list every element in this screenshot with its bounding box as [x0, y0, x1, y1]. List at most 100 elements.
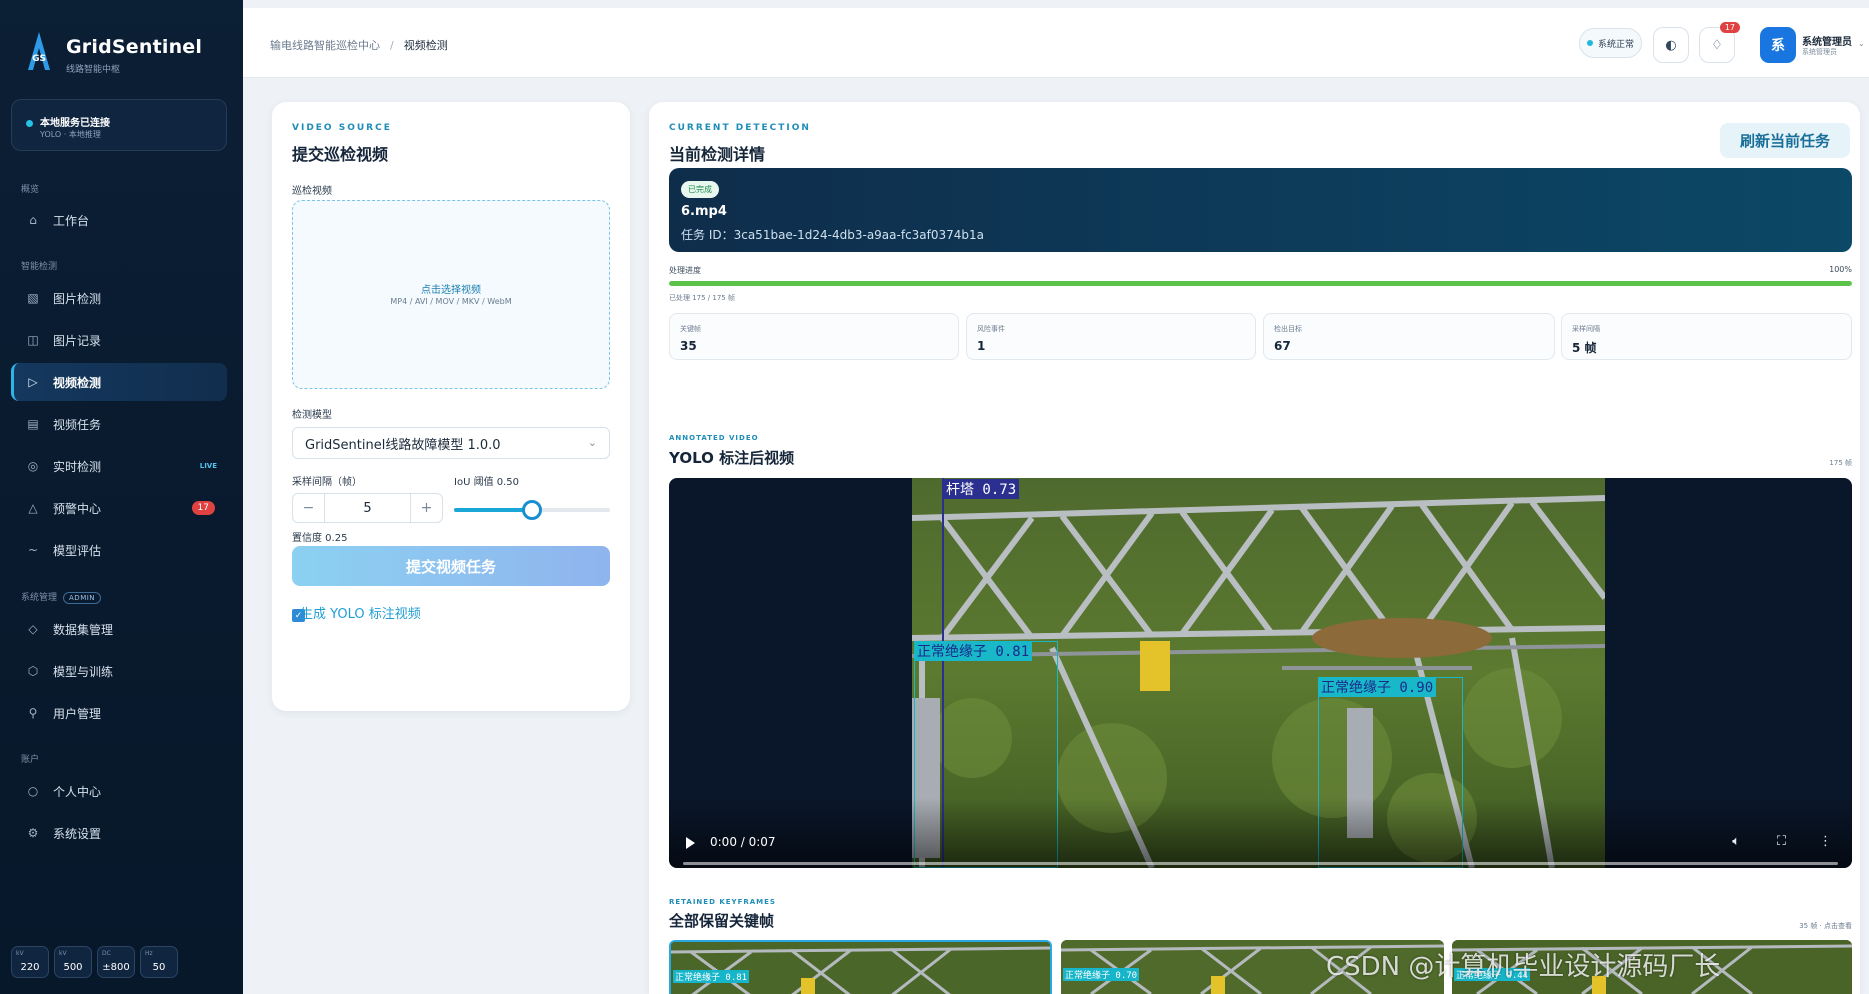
sidebar-item-video-detect[interactable]: ▷ 视频检测 — [11, 363, 227, 401]
settings-icon: ⚙ — [27, 826, 39, 840]
keyframe-label: 正常绝缘子 0.81 — [673, 970, 750, 983]
stat-label: DC — [102, 950, 111, 957]
sidebar-item-alerts[interactable]: △ 预警中心 17 — [11, 489, 227, 527]
stat-label: kV — [16, 950, 24, 957]
brand-title: GridSentinel — [66, 36, 203, 58]
progress-subtext: 已处理 175 / 175 帧 — [669, 294, 735, 302]
model-select-value: GridSentinel线路故障模型 1.0.0 — [305, 437, 501, 453]
service-status-dot — [26, 120, 33, 127]
sidebar-item-realtime[interactable]: ◎ 实时检测 LIVE — [11, 447, 227, 485]
metric-value: 35 — [680, 339, 697, 353]
stat-tile: DC ±800 — [97, 946, 135, 978]
iou-slider-handle[interactable] — [522, 500, 542, 520]
service-status: 本地服务已连接 YOLO · 本地推理 — [11, 99, 227, 151]
nav-group-account: 账户 — [21, 755, 40, 765]
keyframes-eyebrow: RETAINED KEYFRAMES — [669, 898, 776, 906]
detail-eyebrow: CURRENT DETECTION — [669, 123, 811, 133]
increment-button[interactable]: + — [411, 494, 442, 522]
sidebar-item-label: 个人中心 — [53, 784, 102, 799]
sidebar-item-label: 数据集管理 — [53, 622, 114, 637]
model-select[interactable]: GridSentinel线路故障模型 1.0.0 ⌄ — [292, 427, 610, 459]
sidebar-item-model-eval[interactable]: ~ 模型评估 — [11, 531, 227, 569]
metric-risk-events: 风险事件 1 — [966, 313, 1256, 360]
keyframe-thumbnail[interactable]: 正常绝缘子 0.81 — [669, 940, 1052, 994]
stat-tile: kV 500 — [54, 946, 92, 978]
keyframes-meta: 35 帧 · 点击查看 — [1799, 922, 1852, 930]
image-icon: ▧ — [27, 291, 39, 305]
status-dot — [1586, 40, 1593, 46]
brand[interactable]: GS GridSentinel 线路智能中枢 — [26, 30, 202, 75]
dropzone-formats: MP4 / AVI / MOV / MKV / WebM — [390, 297, 512, 306]
progress-percent: 100% — [1829, 265, 1852, 274]
sidebar-item-profile[interactable]: ○ 个人中心 — [11, 772, 227, 810]
keyframes-title: 全部保留关键帧 — [669, 912, 775, 930]
sidebar-item-workbench[interactable]: ⌂ 工作台 — [11, 201, 227, 239]
iou-slider[interactable] — [454, 500, 610, 520]
sidebar-item-image-records[interactable]: ◫ 图片记录 — [11, 321, 227, 359]
refresh-task-button[interactable]: 刷新当前任务 — [1720, 123, 1850, 158]
play-icon: ▷ — [28, 375, 38, 389]
interval-value[interactable]: 5 — [324, 494, 411, 522]
record-icon: ◫ — [27, 333, 39, 347]
notification-count-badge: 17 — [1719, 22, 1740, 33]
chevron-down-icon: ⌄ — [587, 436, 597, 449]
sidebar-item-settings[interactable]: ⚙ 系统设置 — [11, 814, 227, 852]
stat-value: 500 — [63, 962, 83, 973]
list-icon: ▤ — [27, 417, 39, 431]
dataset-icon: ◇ — [28, 622, 38, 636]
theme-toggle-button[interactable]: ◐ — [1653, 27, 1689, 63]
metric-sample-interval: 采样间隔 5 帧 — [1561, 313, 1852, 360]
topbar: 输电线路智能巡检中心 / 视频检测 系统正常 ◐ ♢ 17 系 系统管理员 系统管理… — [243, 8, 1869, 78]
decrement-button[interactable]: − — [293, 494, 324, 522]
upload-card: VIDEO SOURCE 提交巡检视频 巡检视频 点击选择视频 MP4 / AV… — [272, 102, 630, 711]
profile-icon: ○ — [27, 784, 39, 798]
keyframe-image — [671, 942, 1050, 994]
sidebar-item-label: 图片记录 — [53, 333, 102, 348]
video-seek-bar[interactable] — [683, 862, 1838, 865]
stat-tile: Hz 50 — [140, 946, 178, 978]
metric-keyframes: 关键帧 35 — [669, 313, 959, 360]
task-file-name: 6.mp4 — [681, 204, 727, 219]
play-icon[interactable] — [686, 837, 695, 849]
breadcrumb-parent[interactable]: 输电线路智能巡检中心 — [270, 39, 380, 52]
video-dropzone[interactable]: 点击选择视频 MP4 / AVI / MOV / MKV / WebM — [292, 200, 610, 389]
fullscreen-icon[interactable]: ⛶ — [1777, 834, 1786, 849]
metric-label: 检出目标 — [1274, 325, 1302, 333]
notifications-button[interactable]: ♢ 17 — [1699, 22, 1740, 63]
sidebar-item-datasets[interactable]: ◇ 数据集管理 — [11, 610, 227, 648]
chevron-down-icon[interactable]: ⌄ — [1858, 39, 1865, 48]
more-options-icon[interactable]: ⋮ — [1819, 834, 1832, 849]
annotated-video-player[interactable]: 杆塔 0.73 正常绝缘子 0.81 正常绝缘子 0.90 0:00 / 0:0… — [669, 478, 1852, 868]
detection-detail-card: CURRENT DETECTION 当前检测详情 刷新当前任务 已完成 6.mp… — [649, 102, 1860, 994]
home-icon: ⌂ — [29, 213, 37, 227]
sidebar-item-image-detect[interactable]: ▧ 图片检测 — [11, 279, 227, 317]
metric-targets: 检出目标 67 — [1263, 313, 1555, 360]
target-icon: ◎ — [27, 459, 39, 473]
nav-group-detection: 智能检测 — [21, 262, 58, 272]
task-banner: 已完成 6.mp4 任务 ID：3ca51bae-1d24-4db3-a9aa-… — [669, 168, 1852, 252]
breadcrumb-separator: / — [390, 39, 394, 52]
sidebar-item-users[interactable]: ⚲ 用户管理 — [11, 694, 227, 732]
stat-tile: kV 220 — [11, 946, 49, 978]
brand-logo-icon: GS — [26, 30, 52, 74]
alert-icon: △ — [28, 501, 38, 515]
metric-label: 风险事件 — [977, 325, 1005, 333]
metric-value: 1 — [977, 339, 986, 353]
annotate-video-label[interactable]: 生成 YOLO 标注视频 — [300, 603, 421, 622]
service-status-subtitle: YOLO · 本地推理 — [40, 130, 101, 139]
sidebar-item-video-tasks[interactable]: ▤ 视频任务 — [11, 405, 227, 443]
avatar[interactable]: 系 — [1760, 27, 1796, 63]
sidebar-item-label: 模型与训练 — [53, 664, 114, 679]
video-meta: 175 帧 — [1829, 459, 1852, 467]
user-name[interactable]: 系统管理员 — [1802, 33, 1852, 48]
volume-icon[interactable]: 🔈︎ — [1732, 834, 1740, 849]
sidebar-item-label: 视频检测 — [53, 375, 102, 390]
grid-stats: kV 220 kV 500 DC ±800 Hz 50 — [11, 946, 178, 978]
sidebar-item-models[interactable]: ⬡ 模型与训练 — [11, 652, 227, 690]
live-tag: LIVE — [199, 462, 217, 470]
submit-video-task-button[interactable]: 提交视频任务 — [292, 546, 610, 586]
sidebar-item-label: 模型评估 — [53, 543, 102, 558]
stat-value: 220 — [20, 962, 40, 973]
upload-eyebrow: VIDEO SOURCE — [292, 123, 392, 133]
model-field-label: 检测模型 — [292, 410, 332, 421]
